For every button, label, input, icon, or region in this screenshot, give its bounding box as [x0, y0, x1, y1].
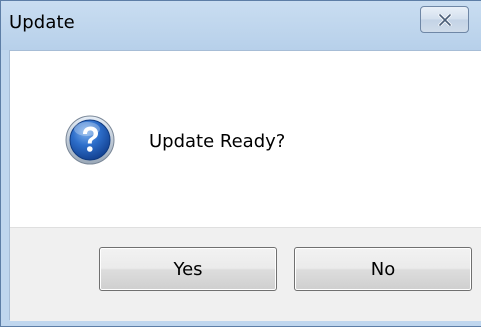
title-bar[interactable]: Update	[1, 1, 481, 50]
question-icon	[65, 115, 115, 165]
window-title: Update	[9, 12, 75, 33]
close-button[interactable]	[420, 6, 469, 33]
dialog-content: Update Ready? Yes No	[9, 50, 481, 321]
dialog-window: Update Update Ready? Yes No	[0, 0, 481, 327]
message-text: Update Ready?	[149, 131, 286, 152]
yes-button[interactable]: Yes	[99, 247, 277, 291]
no-button[interactable]: No	[294, 247, 472, 291]
close-icon	[437, 13, 452, 26]
message-area: Update Ready?	[10, 51, 481, 227]
